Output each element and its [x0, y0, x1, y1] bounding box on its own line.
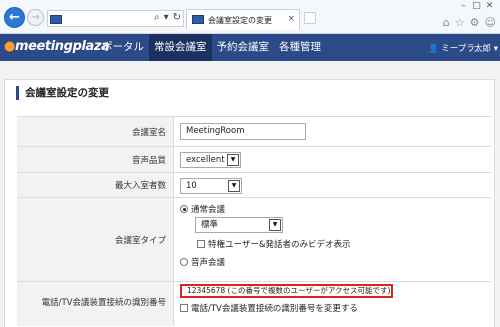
chevron-down-icon: ▾ [493, 44, 498, 54]
site-favicon-icon [50, 15, 62, 24]
room-type-label: 会議室タイプ [114, 235, 166, 246]
home-icon[interactable]: ⌂ [443, 16, 450, 29]
user-dropdown[interactable]: 太郎 ▾ [474, 42, 498, 54]
settings-panel: 会議室設定の変更 会議室名 MeetingRoom 音声品質 excellent… [4, 79, 495, 327]
dropdown-arrow-icon[interactable]: ▾ [164, 12, 169, 23]
change-phone-id-checkbox[interactable]: 電話/TV会議装置接続の識別番号を変更する [180, 302, 358, 314]
meetingplaza-logo[interactable]: ●meetingplaza [4, 39, 110, 54]
window-controls: – □ ✕ [457, 0, 496, 12]
smiley-feedback-icon[interactable]: ☺ [485, 16, 496, 29]
max-participants-select[interactable]: 10 ▼ [180, 178, 242, 194]
address-bar[interactable]: ⌕ ▾ ↻ [47, 10, 184, 27]
main-menu: ポータル 常設会議室 予約会議室 各種管理 [97, 34, 326, 61]
browser-tab[interactable]: 会議室設定の変更 × [186, 9, 300, 29]
page-title: 会議室設定の変更 [16, 86, 109, 100]
menu-item-reserved-rooms[interactable]: 予約会議室 [212, 34, 275, 61]
radio-unselected-icon [180, 258, 188, 266]
room-name-input[interactable]: MeetingRoom [180, 123, 306, 140]
app-header: ●meetingplaza ポータル 常設会議室 予約会議室 各種管理 👤 ミー… [0, 34, 500, 61]
checkbox-unchecked-icon [180, 304, 188, 312]
browser-chrome: ← → ⌕ ▾ ↻ 会議室設定の変更 × – □ ✕ ⌂ ☆ ⚙ ☺ [0, 0, 500, 34]
chevron-down-icon: ▼ [227, 154, 239, 166]
room-type-normal-radio[interactable]: 通常会議 [180, 203, 225, 215]
row-room-type: 会議室タイプ 通常会議 標準 ▼ 特権ユーザー&発話者のみビデオ表示 音声会議 [17, 198, 491, 282]
user-menu[interactable]: 👤 ミープラ [428, 42, 475, 54]
refresh-icon[interactable]: ↻ [173, 12, 181, 23]
forward-arrow-icon[interactable]: → [27, 9, 44, 26]
browser-toolbar-icons: ⌂ ☆ ⚙ ☺ [443, 16, 496, 29]
logo-mark-icon: ● [4, 39, 15, 54]
maximize-button[interactable]: □ [470, 0, 483, 12]
row-max-participants: 最大入室者数 10 ▼ [17, 173, 491, 198]
room-settings-form: 会議室名 MeetingRoom 音声品質 excellent ▼ 最大入室者数… [17, 116, 491, 326]
audio-quality-label: 音声品質 [131, 155, 166, 166]
back-arrow-icon[interactable]: ← [4, 7, 25, 28]
chevron-down-icon: ▼ [228, 180, 240, 192]
row-room-name: 会議室名 MeetingRoom [17, 117, 491, 147]
tab-title: 会議室設定の変更 [208, 16, 272, 25]
max-participants-label: 最大入室者数 [114, 181, 166, 191]
audio-quality-select[interactable]: excellent ▼ [180, 152, 241, 168]
menu-item-administration[interactable]: 各種管理 [274, 34, 326, 61]
checkbox-unchecked-icon [197, 240, 205, 248]
room-type-mode-select[interactable]: 標準 ▼ [195, 217, 283, 233]
chevron-down-icon: ▼ [269, 219, 281, 231]
favorites-star-icon[interactable]: ☆ [455, 16, 465, 29]
menu-item-permanent-rooms[interactable]: 常設会議室 [149, 34, 212, 61]
room-type-audio-radio[interactable]: 音声会議 [180, 256, 225, 268]
search-icon[interactable]: ⌕ [154, 12, 160, 23]
row-audio-quality: 音声品質 excellent ▼ [17, 147, 491, 173]
settings-gear-icon[interactable]: ⚙ [470, 16, 480, 29]
phone-id-value: 12345678 (この番号で複数のユーザーがアクセス可能です) [180, 284, 393, 298]
page-content: 会議室設定の変更 会議室名 MeetingRoom 音声品質 excellent… [0, 61, 500, 327]
phone-id-label: 電話/TV会議装置接続の識別番号 [41, 298, 166, 308]
tab-close-icon[interactable]: × [287, 14, 295, 24]
tab-favicon-icon [192, 15, 204, 24]
radio-selected-icon [180, 205, 188, 213]
row-phone-id: 電話/TV会議装置接続の識別番号 12345678 (この番号で複数のユーザーが… [17, 282, 491, 326]
menu-item-portal[interactable]: ポータル [97, 34, 149, 61]
room-name-label: 会議室名 [131, 127, 166, 138]
video-restriction-checkbox[interactable]: 特権ユーザー&発話者のみビデオ表示 [197, 238, 350, 250]
new-tab-button[interactable] [304, 12, 316, 24]
window-close-button[interactable]: ✕ [483, 0, 496, 12]
minimize-button[interactable]: – [457, 0, 470, 12]
person-icon: 👤 [428, 44, 439, 54]
